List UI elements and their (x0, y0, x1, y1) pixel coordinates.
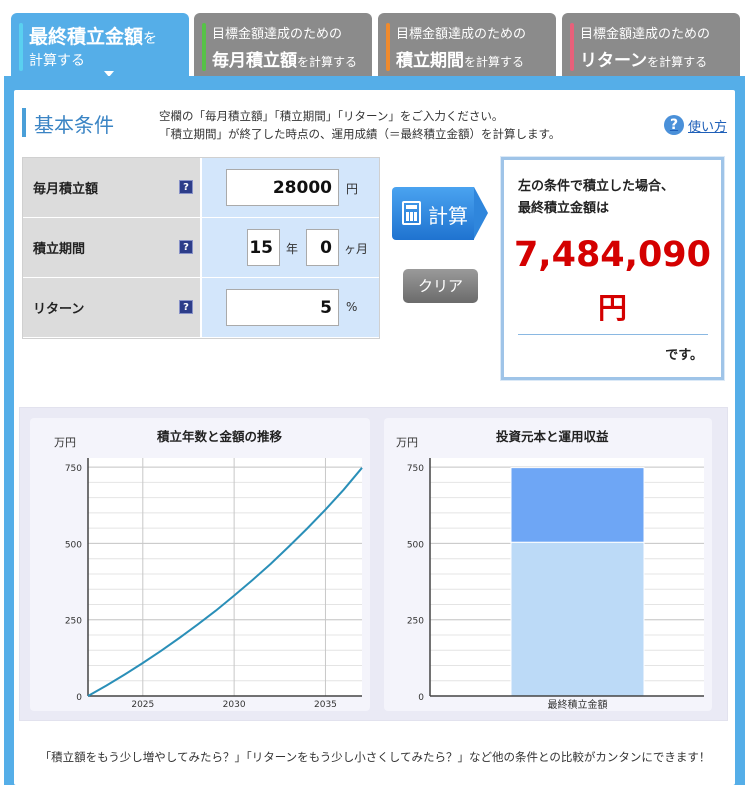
bar-chart: 0 250 500 750 最終積立金額 (407, 458, 704, 711)
tab-title: リターンを計算する (580, 51, 708, 71)
y-tick-label: 500 (65, 540, 82, 550)
calculate-label: 計算 (428, 204, 468, 228)
result-divider (518, 334, 708, 335)
bar-chart-panel: 投資元本と運用収益 万円 0 250 500 750 最終積立金額 (384, 418, 712, 711)
x-tick-label: 2030 (223, 700, 246, 710)
calculator-icon (402, 201, 421, 225)
help-question-icon[interactable]: ? (179, 300, 193, 314)
unit-label: % (346, 300, 358, 314)
monthly-amount-input[interactable]: 28000 (226, 169, 339, 206)
x-category-label: 最終積立金額 (548, 698, 608, 711)
help-question-icon[interactable]: ? (179, 240, 193, 254)
calculate-button[interactable]: 計算 (392, 187, 488, 240)
result-amount: 7,484,090 (513, 235, 712, 275)
clear-button[interactable]: クリア (403, 269, 478, 303)
help-link[interactable]: ? 使い方 (664, 115, 727, 135)
question-icon: ? (664, 115, 684, 135)
section-accent-bar (22, 108, 26, 137)
tab-accent-bar (386, 23, 390, 71)
result-currency: 円 (597, 291, 627, 325)
y-tick-label: 0 (418, 693, 424, 703)
help-question-icon[interactable]: ? (179, 180, 193, 194)
content-area: 基本条件 空欄の「毎月積立額」「積立期間」「リターン」をご入力ください。 「積立… (14, 90, 735, 785)
tab-monthly-amount[interactable]: 目標金額達成のための 毎月積立額を計算する (194, 13, 372, 76)
result-box: 左の条件で積立した場合、 最終積立金額は 7,484,090 円 です。 (501, 157, 724, 380)
value-cell: 15 年 0 ヶ月 (202, 218, 379, 277)
tab-subtitle: 計算する (29, 53, 85, 69)
tab-caption: 目標金額達成のための (396, 27, 527, 42)
section-title: 基本条件 (34, 113, 114, 137)
field-label: 毎月積立額 (33, 182, 99, 197)
tab-accent-bar (202, 23, 206, 71)
y-tick-label: 250 (407, 617, 424, 627)
tab-title: 積立期間を計算する (396, 51, 525, 71)
row-period: 積立期間 ? 15 年 0 ヶ月 (23, 218, 379, 278)
label-cell: 毎月積立額 ? (23, 158, 201, 217)
y-tick-label: 750 (65, 464, 82, 474)
bar-return (510, 467, 645, 543)
period-years-input[interactable]: 15 (247, 229, 280, 266)
plot-area (88, 458, 362, 696)
field-label: リターン (33, 302, 85, 317)
footer-note: 「積立額をもう少し増やしてみたら？」「リターンをもう少し小さくしてみたら？」など… (39, 750, 711, 764)
tab-caption: 目標金額達成のための (212, 27, 343, 42)
value-cell: 28000 円 (202, 158, 379, 217)
unit-label: ヶ月 (344, 242, 369, 256)
y-tick-label: 250 (65, 617, 82, 627)
field-label: 積立期間 (33, 242, 86, 257)
return-rate-input[interactable]: 5 (226, 289, 339, 326)
conditions-form: 毎月積立額 ? 28000 円 積立期間 ? 15 年 0 ヶ月 リターン ? … (22, 157, 380, 339)
result-heading: 左の条件で積立した場合、 最終積立金額は (518, 179, 675, 216)
line-chart: 0 250 500 750 2025 2030 2035 (65, 458, 363, 710)
unit-label: 円 (346, 182, 359, 196)
label-cell: 積立期間 ? (23, 218, 201, 277)
x-tick-label: 2035 (314, 700, 337, 710)
y-tick-label: 0 (76, 693, 82, 703)
x-tick-label: 2025 (131, 700, 154, 710)
tab-return[interactable]: 目標金額達成のための リターンを計算する (562, 13, 740, 76)
main-panel: 基本条件 空欄の「毎月積立額」「積立期間」「リターン」をご入力ください。 「積立… (4, 76, 745, 785)
unit-label: 年 (286, 242, 299, 256)
period-months-input[interactable]: 0 (306, 229, 339, 266)
tab-title: 毎月積立額を計算する (212, 51, 358, 71)
line-chart-panel: 積立年数と金額の推移 万円 0 250 500 750 2025 2030 2035 (30, 418, 370, 711)
label-cell: リターン ? (23, 278, 201, 337)
section-description: 空欄の「毎月積立額」「積立期間」「リターン」をご入力ください。 「積立期間」が終… (159, 109, 561, 141)
tab-accent-bar (19, 23, 23, 71)
tab-title: 最終積立金額を (29, 26, 158, 48)
tab-accent-bar (570, 23, 574, 71)
tab-caption: 目標金額達成のための (580, 27, 711, 42)
y-tick-label: 750 (407, 464, 424, 474)
row-monthly-amount: 毎月積立額 ? 28000 円 (23, 158, 379, 218)
y-tick-label: 500 (407, 540, 424, 550)
result-suffix: です。 (665, 348, 703, 363)
tab-period[interactable]: 目標金額達成のための 積立期間を計算する (378, 13, 556, 76)
value-cell: 5 % (202, 278, 379, 337)
tab-final-amount[interactable]: 最終積立金額を 計算する (11, 13, 189, 79)
row-return: リターン ? 5 % (23, 278, 379, 338)
bar-principal (510, 541, 645, 697)
charts-area: 積立年数と金額の推移 万円 0 250 500 750 2025 2030 2035 投資元… (19, 407, 728, 721)
